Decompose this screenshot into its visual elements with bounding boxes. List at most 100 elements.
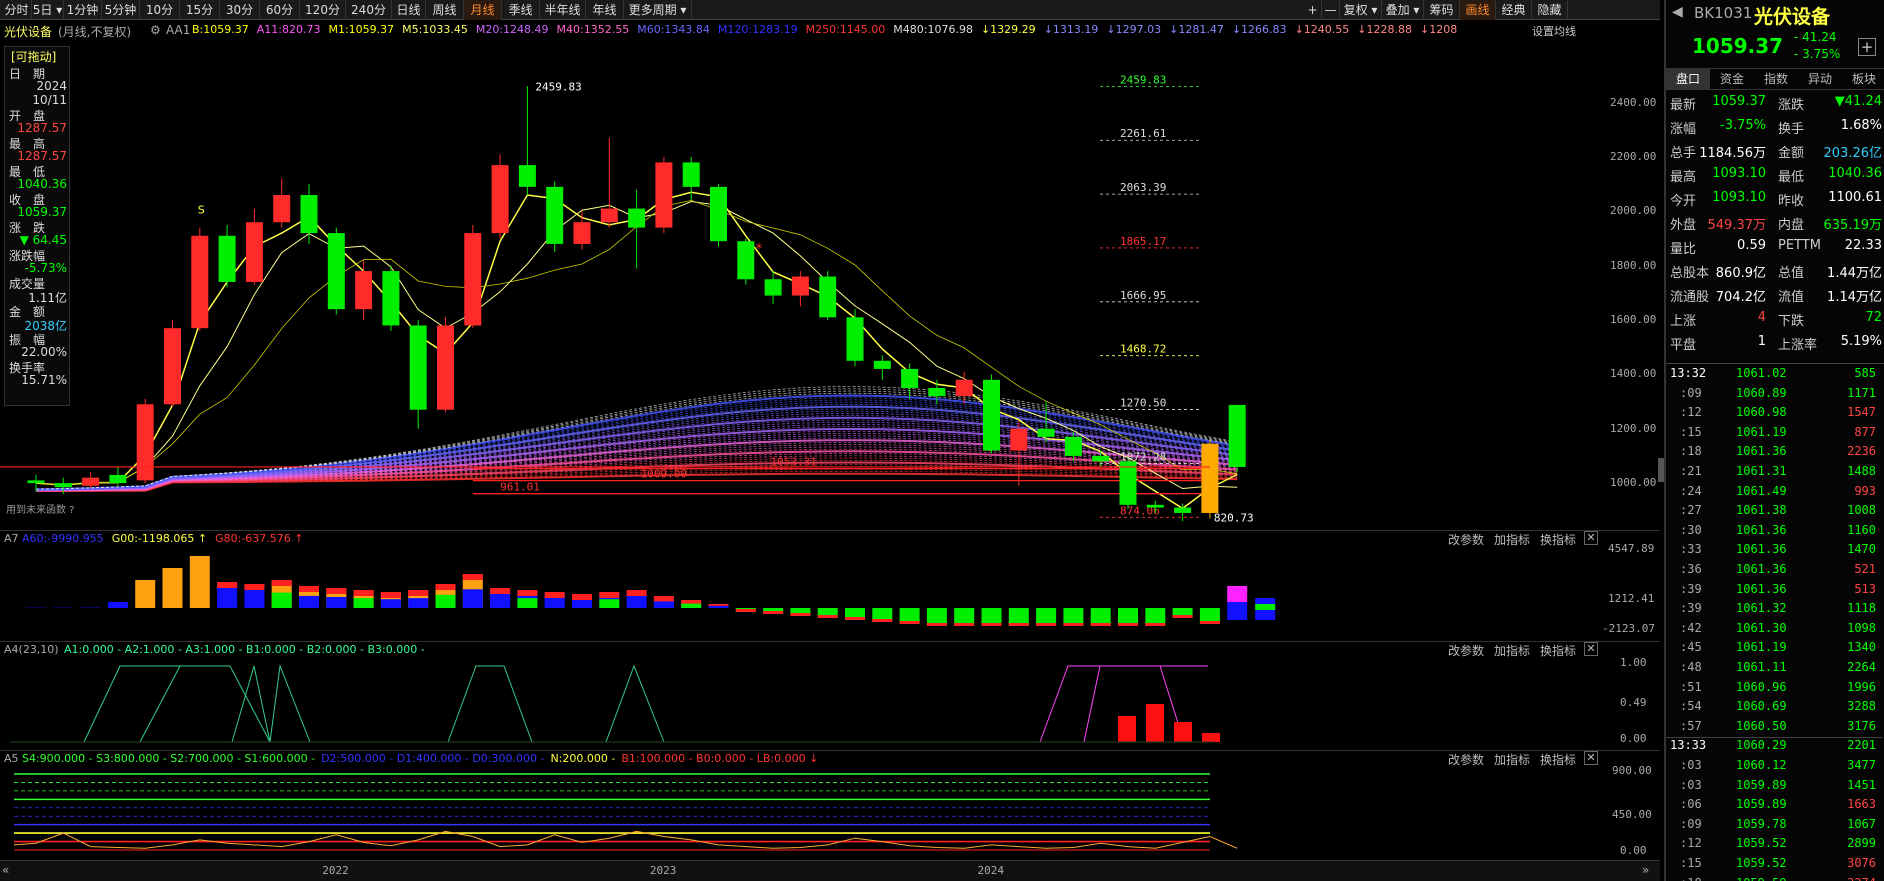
toolbar-right-4[interactable]: 筹码 bbox=[1424, 0, 1460, 20]
period-tab-3[interactable]: 5分钟 bbox=[102, 0, 140, 20]
quote-tab-0[interactable]: 盘口 bbox=[1666, 69, 1710, 90]
candle-body[interactable] bbox=[245, 222, 263, 282]
period-tab-13[interactable]: 季线 bbox=[502, 0, 540, 20]
candle-body[interactable] bbox=[928, 387, 946, 397]
candle-body[interactable] bbox=[518, 165, 536, 187]
candle-body[interactable] bbox=[737, 241, 755, 280]
toolbar-right-7[interactable]: 隐藏 ▸▸ bbox=[1532, 0, 1568, 37]
toolbar-right-3[interactable]: 叠加 ▾ bbox=[1382, 0, 1424, 20]
scroll-left-icon[interactable]: « bbox=[2, 863, 16, 879]
candle-body[interactable] bbox=[764, 279, 782, 296]
candle-body[interactable] bbox=[628, 208, 646, 228]
candle-body[interactable] bbox=[819, 276, 837, 318]
a4-switch-indicator[interactable]: 换指标 bbox=[1540, 642, 1576, 659]
candle-body[interactable] bbox=[1064, 436, 1082, 456]
a5-close-icon[interactable]: ✕ bbox=[1584, 751, 1598, 765]
candle-body[interactable] bbox=[1146, 504, 1164, 508]
stat-row: 涨幅 -3.75% 换手 1.68% bbox=[1670, 118, 1882, 140]
candle-body[interactable] bbox=[846, 317, 864, 361]
candle-body[interactable] bbox=[355, 271, 373, 310]
period-tab-14[interactable]: 半年线 bbox=[540, 0, 586, 20]
tick-list[interactable]: 13:32 1061.02 585:09 1060.89 1171:12 1060.98 1… bbox=[1666, 366, 1884, 881]
candle-body[interactable] bbox=[655, 162, 673, 228]
time-axis[interactable]: « » 2022 2023 2024 bbox=[0, 860, 1660, 881]
candle-body[interactable] bbox=[464, 233, 482, 326]
add-watchlist-icon[interactable]: + bbox=[1858, 38, 1876, 56]
candle-body[interactable] bbox=[1228, 404, 1246, 467]
candle-body[interactable] bbox=[546, 186, 564, 244]
a5-edit-params[interactable]: 改参数 bbox=[1448, 751, 1484, 768]
a5-add-indicator[interactable]: 加指标 bbox=[1494, 751, 1530, 768]
a4-add-indicator[interactable]: 加指标 bbox=[1494, 642, 1530, 659]
candle-body[interactable] bbox=[109, 474, 127, 484]
candle-body[interactable] bbox=[273, 195, 291, 223]
candle-body[interactable] bbox=[218, 235, 236, 282]
candle-body[interactable] bbox=[710, 186, 727, 242]
candle-body[interactable] bbox=[983, 379, 1000, 451]
candle-body[interactable] bbox=[901, 368, 919, 388]
candle-body[interactable] bbox=[82, 477, 100, 486]
candle-body[interactable] bbox=[164, 328, 181, 405]
quote-tab-1[interactable]: 资金 bbox=[1710, 69, 1754, 90]
candle-body[interactable] bbox=[1174, 507, 1192, 513]
scroll-right-icon[interactable]: » bbox=[1642, 863, 1656, 879]
toolbar-right-0[interactable]: + bbox=[1304, 0, 1322, 20]
candle-body[interactable] bbox=[327, 233, 345, 310]
candle-body[interactable] bbox=[191, 235, 209, 329]
tick-row: :27 1061.38 1008 bbox=[1666, 503, 1882, 522]
period-tab-11[interactable]: 周线 bbox=[426, 0, 464, 20]
period-tab-6[interactable]: 30分钟 bbox=[220, 0, 260, 37]
candle-body[interactable] bbox=[1037, 428, 1055, 437]
candle-body[interactable] bbox=[1092, 455, 1110, 462]
back-icon[interactable]: ◀ bbox=[1672, 4, 1683, 20]
candle-body[interactable] bbox=[491, 165, 509, 234]
chart-area[interactable]: 光伏设备 (月线,不复权) ⚙ AA1 B:1059.37 A11:820.73 M… bbox=[0, 20, 1664, 881]
period-tab-10[interactable]: 日线 bbox=[392, 0, 426, 20]
period-tab-5[interactable]: 15分钟 bbox=[180, 0, 220, 37]
period-tab-4[interactable]: 10分钟 bbox=[140, 0, 180, 37]
gear-icon[interactable]: ⚙ bbox=[150, 23, 161, 37]
ma-settings-button[interactable]: 设置均线 bbox=[1532, 23, 1576, 39]
candle-body[interactable] bbox=[955, 379, 973, 397]
toolbar-right-1[interactable]: — bbox=[1322, 0, 1340, 20]
period-tab-15[interactable]: 年线 bbox=[586, 0, 624, 20]
candle-body[interactable] bbox=[300, 195, 318, 234]
a7-close-icon[interactable]: ✕ bbox=[1584, 531, 1598, 545]
candle-body[interactable] bbox=[437, 325, 454, 410]
candle-body[interactable] bbox=[1119, 461, 1137, 505]
a7-add-indicator[interactable]: 加指标 bbox=[1494, 531, 1530, 548]
quote-tab-4[interactable]: 板块 bbox=[1842, 69, 1884, 90]
candle-body[interactable] bbox=[791, 276, 809, 296]
period-tab-2[interactable]: 1分钟 bbox=[64, 0, 102, 20]
a4-close-icon[interactable]: ✕ bbox=[1584, 642, 1598, 656]
candle-body[interactable] bbox=[27, 480, 45, 484]
period-tab-1[interactable]: 5日 ▾ bbox=[32, 0, 64, 20]
candle-body[interactable] bbox=[573, 222, 591, 244]
a7-edit-params[interactable]: 改参数 bbox=[1448, 531, 1484, 548]
period-tab-8[interactable]: 120分钟 bbox=[300, 0, 346, 37]
a7-switch-indicator[interactable]: 换指标 bbox=[1540, 531, 1576, 548]
period-tab-0[interactable]: 分时 bbox=[2, 0, 32, 20]
toolbar-right-5[interactable]: 画线 bbox=[1460, 0, 1496, 20]
toolbar-right-2[interactable]: 复权 ▾ bbox=[1340, 0, 1382, 20]
candle-body[interactable] bbox=[409, 325, 427, 410]
quote-tab-3[interactable]: 异动 bbox=[1798, 69, 1842, 90]
candlestick-chart[interactable]: 2459.83 2261.61 2063.39 1865.17 1666.95 1468.… bbox=[0, 40, 1620, 548]
candle-body[interactable] bbox=[873, 360, 891, 369]
candle-body[interactable] bbox=[382, 271, 400, 326]
a5-switch-indicator[interactable]: 换指标 bbox=[1540, 751, 1576, 768]
quote-tab-2[interactable]: 指数 bbox=[1754, 69, 1798, 90]
a4-edit-params[interactable]: 改参数 bbox=[1448, 642, 1484, 659]
period-tab-7[interactable]: 60分钟 bbox=[260, 0, 300, 37]
candle-body[interactable] bbox=[600, 208, 618, 223]
candle-body[interactable] bbox=[136, 404, 154, 481]
candle-body[interactable] bbox=[54, 483, 72, 488]
candle-body[interactable] bbox=[1010, 428, 1028, 451]
period-tab-12[interactable]: 月线 bbox=[464, 0, 502, 20]
period-tab-16[interactable]: 更多周期 ▾ bbox=[624, 0, 692, 20]
a5-name: A5 bbox=[4, 752, 19, 765]
period-tab-9[interactable]: 240分钟 bbox=[346, 0, 392, 37]
candle-body[interactable] bbox=[1201, 443, 1219, 513]
toolbar-right-6[interactable]: 经典 bbox=[1496, 0, 1532, 20]
candle-body[interactable] bbox=[682, 162, 700, 187]
